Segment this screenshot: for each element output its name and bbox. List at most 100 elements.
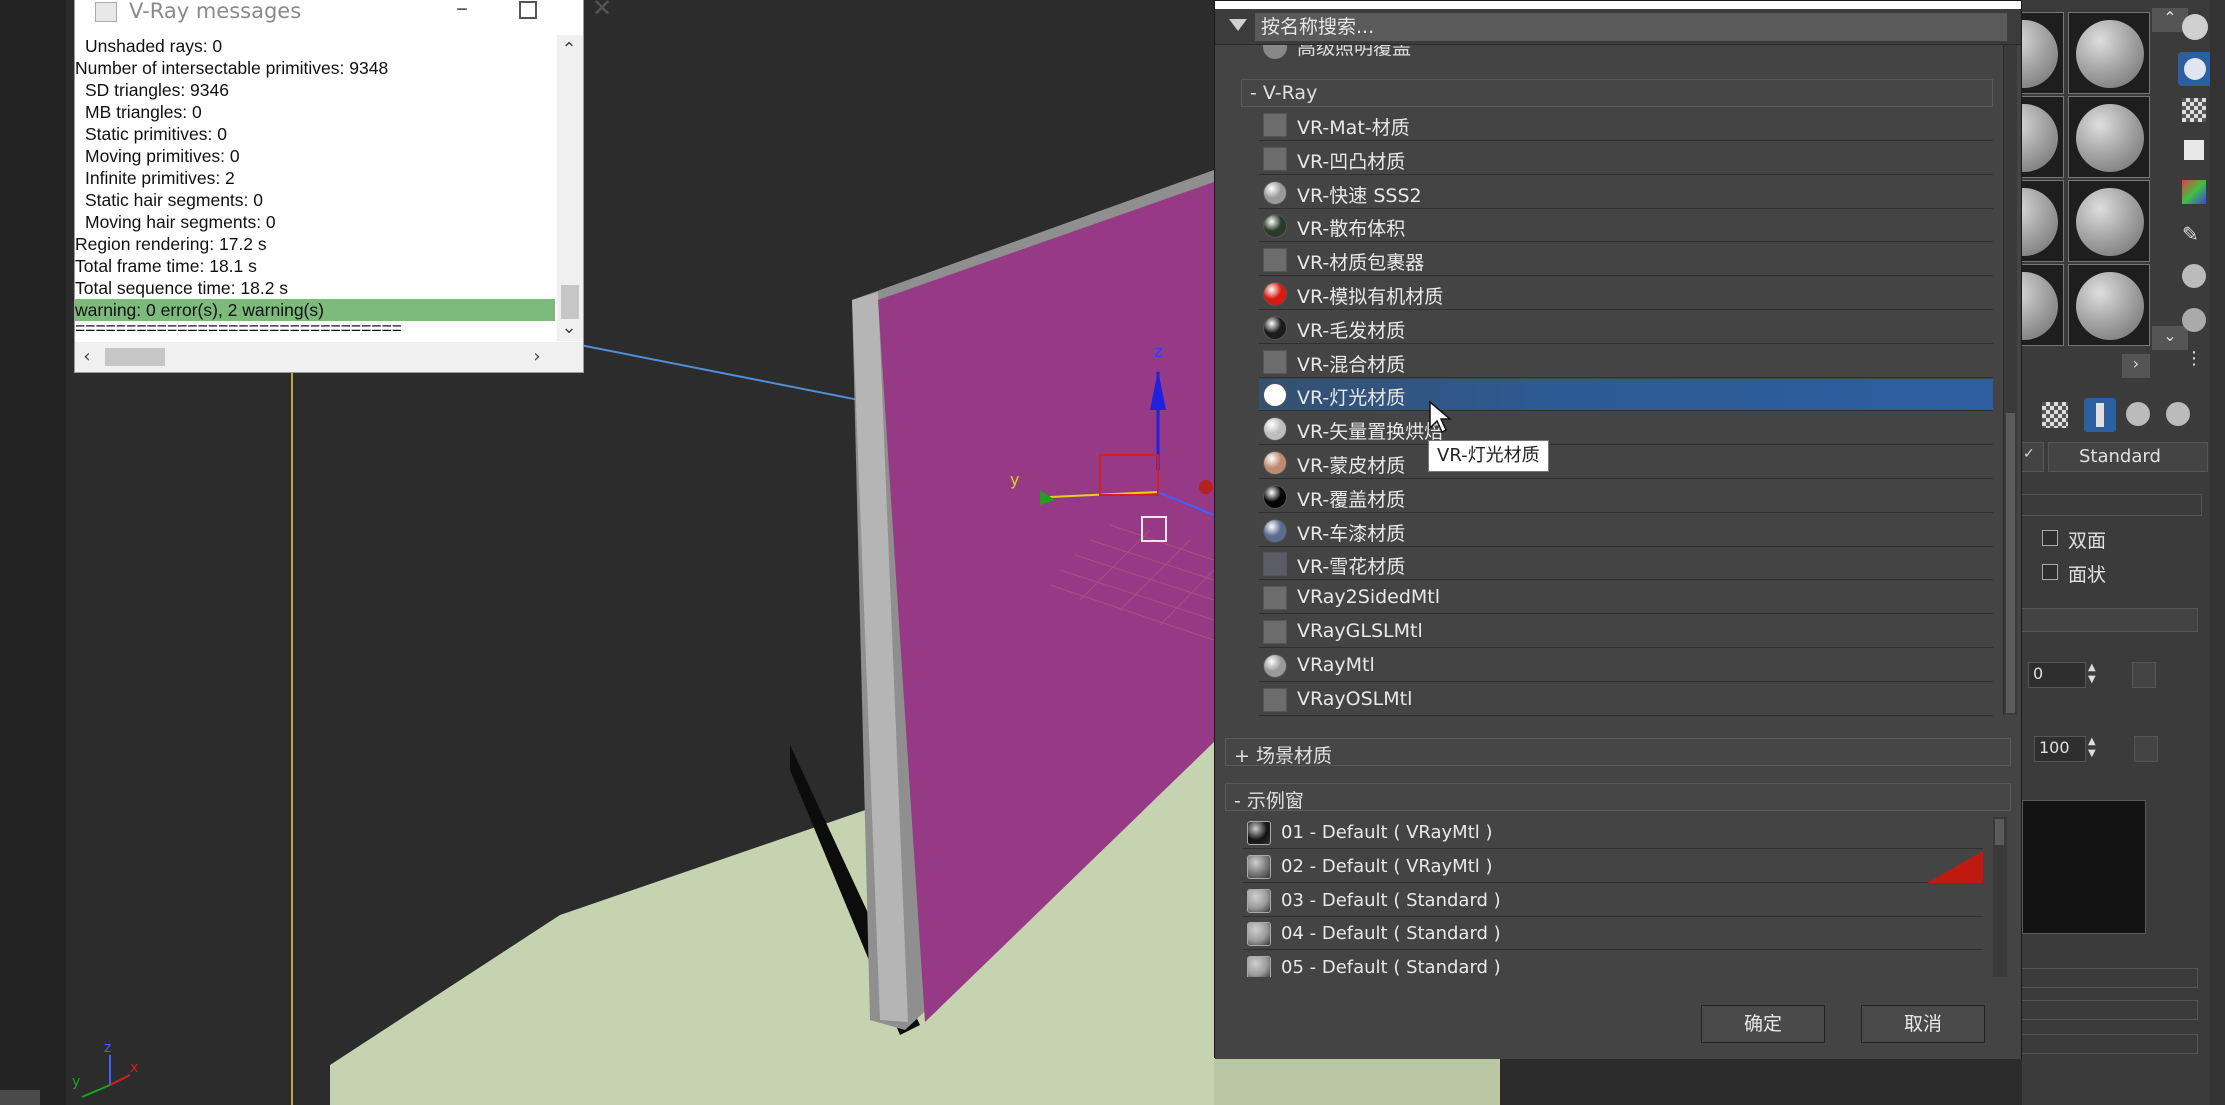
sample-slot[interactable] <box>2068 12 2150 94</box>
log-line: Static hair segments: 0 <box>85 190 263 210</box>
minimize-icon[interactable]: – <box>447 0 477 23</box>
video-color-check-icon[interactable] <box>2182 180 2206 204</box>
spinner-arrows-icon[interactable]: ▲ ▼ <box>2088 736 2096 760</box>
search-input[interactable] <box>1255 13 2007 41</box>
faceted-checkbox[interactable] <box>2042 564 2058 580</box>
sample-slot[interactable] <box>2022 12 2064 94</box>
sample-slot[interactable] <box>2022 180 2064 262</box>
select-by-material-icon[interactable] <box>2182 308 2206 332</box>
material-list-item[interactable]: VR-车漆材质 <box>1259 514 1993 547</box>
hscroll-thumb[interactable] <box>105 348 165 366</box>
scroll-thumb[interactable] <box>1995 819 2004 845</box>
vray-messages-window: V-Ray messages – ✕ Unshaded rays: 0 Numbe… <box>74 0 612 373</box>
vertical-scrollbar[interactable]: ⌃ ⌄ <box>557 35 583 341</box>
material-item-label: VR-凹凸材质 <box>1297 150 1406 173</box>
material-list-item[interactable]: VR-蒙皮材质 <box>1259 447 1993 479</box>
material-list-item[interactable]: VR-毛发材质 <box>1259 311 1993 344</box>
horizontal-scrollbar[interactable]: ‹ › <box>75 342 583 372</box>
sample-slot-item[interactable]: 02 - Default ( VRayMtl ) <box>1243 850 1983 883</box>
material-list-item[interactable]: VR-覆盖材质 <box>1259 480 1993 513</box>
list-scrollbar[interactable] <box>2003 45 2017 715</box>
material-list-item[interactable]: VR-Mat-材质 <box>1259 109 1993 141</box>
material-list-item[interactable]: VR-混合材质 <box>1259 345 1993 378</box>
material-list-item[interactable]: VRayGLSLMtl <box>1259 616 1993 648</box>
material-item-label: VR-车漆材质 <box>1297 522 1406 545</box>
material-list-item[interactable]: VR-模拟有机材质 <box>1259 278 1993 310</box>
sample-slot[interactable] <box>2068 264 2150 346</box>
sample-slot[interactable] <box>2068 180 2150 262</box>
material-list-item[interactable]: VR-散布体积 <box>1259 210 1993 243</box>
log-line: Number of intersectable primitives: 9348 <box>75 58 389 78</box>
sample-slot-item[interactable]: 05 - Default ( Standard ) <box>1243 952 1983 977</box>
material-swatch-icon <box>1263 315 1287 340</box>
sample-type-icon[interactable] <box>2182 14 2208 40</box>
assign-material-icon[interactable] <box>2042 402 2068 428</box>
two-sided-label: 双面 <box>2068 530 2107 552</box>
partial-list-item[interactable]: 高级照明覆盖 <box>1259 45 1993 65</box>
material-swatch-icon <box>1263 113 1287 137</box>
material-list-item[interactable]: VR-雪花材质 <box>1259 548 1993 581</box>
eyedropper-icon[interactable]: ✎ <box>2182 222 2206 246</box>
dialog-footer: 确定 取消 <box>1215 981 2021 1059</box>
show-map-in-viewport-icon[interactable] <box>2084 398 2116 432</box>
sample-scrollbar[interactable] <box>1993 817 2007 977</box>
background-checker-icon[interactable] <box>2182 98 2206 122</box>
left-toolbar-strip <box>0 0 66 1105</box>
sample-slot[interactable] <box>2068 96 2150 178</box>
dropdown-arrow[interactable]: ✓ <box>2022 442 2044 472</box>
chevron-right-icon[interactable]: › <box>525 346 549 367</box>
material-list-item[interactable]: VR-凹凸材质 <box>1259 142 1993 175</box>
assigned-indicator-icon <box>1927 850 1983 883</box>
sample-slots-header[interactable]: - 示例窗 <box>1225 783 2011 812</box>
options-dropdown-icon[interactable] <box>1229 19 1247 31</box>
material-item-label: VR-毛发材质 <box>1297 319 1406 342</box>
map-button[interactable] <box>2132 662 2156 688</box>
material-navigator-icon[interactable]: ⋮ <box>2182 348 2206 372</box>
go-forward-icon[interactable] <box>2166 402 2190 426</box>
material-list-item[interactable]: VR-矢量置换烘焙 <box>1259 413 1993 446</box>
spinner-arrows-icon[interactable]: ▲ ▼ <box>2088 662 2096 686</box>
material-list-item[interactable]: VR-快速 SSS2 <box>1259 176 1993 209</box>
sample-slot[interactable] <box>2022 264 2064 346</box>
chevron-up-icon[interactable]: ⌃ <box>557 39 581 60</box>
shader-type-dropdown[interactable]: Standard <box>2048 442 2208 472</box>
spinner-input[interactable]: 0 <box>2028 662 2086 688</box>
scroll-thumb[interactable] <box>561 285 579 319</box>
sample-slot-label: 05 - Default ( Standard ) <box>1281 957 1501 977</box>
sample-slot-item[interactable]: 01 - Default ( VRayMtl ) <box>1243 817 1983 849</box>
close-icon[interactable]: ✕ <box>587 0 617 23</box>
chevron-down-icon[interactable]: ⌄ <box>557 317 581 338</box>
material-list-item[interactable]: VRayOSLMtl <box>1259 683 1993 716</box>
map-button[interactable] <box>2134 736 2158 762</box>
material-list-item[interactable]: VRay2SidedMtl <box>1259 582 1993 615</box>
material-swatch-icon <box>1263 349 1287 374</box>
maximize-icon[interactable] <box>513 0 543 23</box>
corner-y-label: y <box>72 1074 81 1090</box>
tiling-icon[interactable] <box>2184 140 2204 160</box>
window-titlebar[interactable]: V-Ray messages – ✕ <box>75 0 612 25</box>
log-line: Total frame time: 18.1 s <box>75 256 257 276</box>
material-list-item[interactable]: VR-材质包裹器 <box>1259 244 1993 277</box>
sample-slot-item[interactable]: 04 - Default ( Standard ) <box>1243 918 1983 951</box>
options-icon[interactable] <box>2182 264 2206 288</box>
material-item-label: VR-灯光材质 <box>1297 387 1406 410</box>
chevron-down-icon[interactable]: ⌄ <box>2152 326 2188 350</box>
sample-slot[interactable] <box>2022 96 2064 178</box>
backlight-icon[interactable] <box>2178 52 2212 86</box>
sample-slot-item[interactable]: 03 - Default ( Standard ) <box>1243 885 1983 917</box>
go-to-parent-icon[interactable] <box>2126 402 2150 426</box>
material-list-item[interactable]: VRayMtl <box>1259 649 1993 682</box>
chevron-right-icon[interactable]: › <box>2122 354 2150 378</box>
ok-button[interactable]: 确定 <box>1701 1005 1825 1043</box>
cancel-button[interactable]: 取消 <box>1861 1005 1985 1043</box>
scene-materials-header[interactable]: + 场景材质 <box>1225 738 2011 767</box>
material-list-item[interactable]: VR-灯光材质 <box>1259 379 1993 412</box>
vray-group-header[interactable]: - V-Ray <box>1241 79 1993 107</box>
chevron-left-icon[interactable]: ‹ <box>75 346 99 367</box>
two-sided-checkbox[interactable] <box>2042 530 2058 546</box>
scroll-thumb[interactable] <box>2006 413 2015 713</box>
color-preview-swatch[interactable] <box>2022 800 2146 934</box>
material-swatch-icon <box>1263 552 1287 577</box>
material-item-label: VR-覆盖材质 <box>1297 488 1406 511</box>
spinner-input[interactable]: 100 <box>2034 736 2086 762</box>
